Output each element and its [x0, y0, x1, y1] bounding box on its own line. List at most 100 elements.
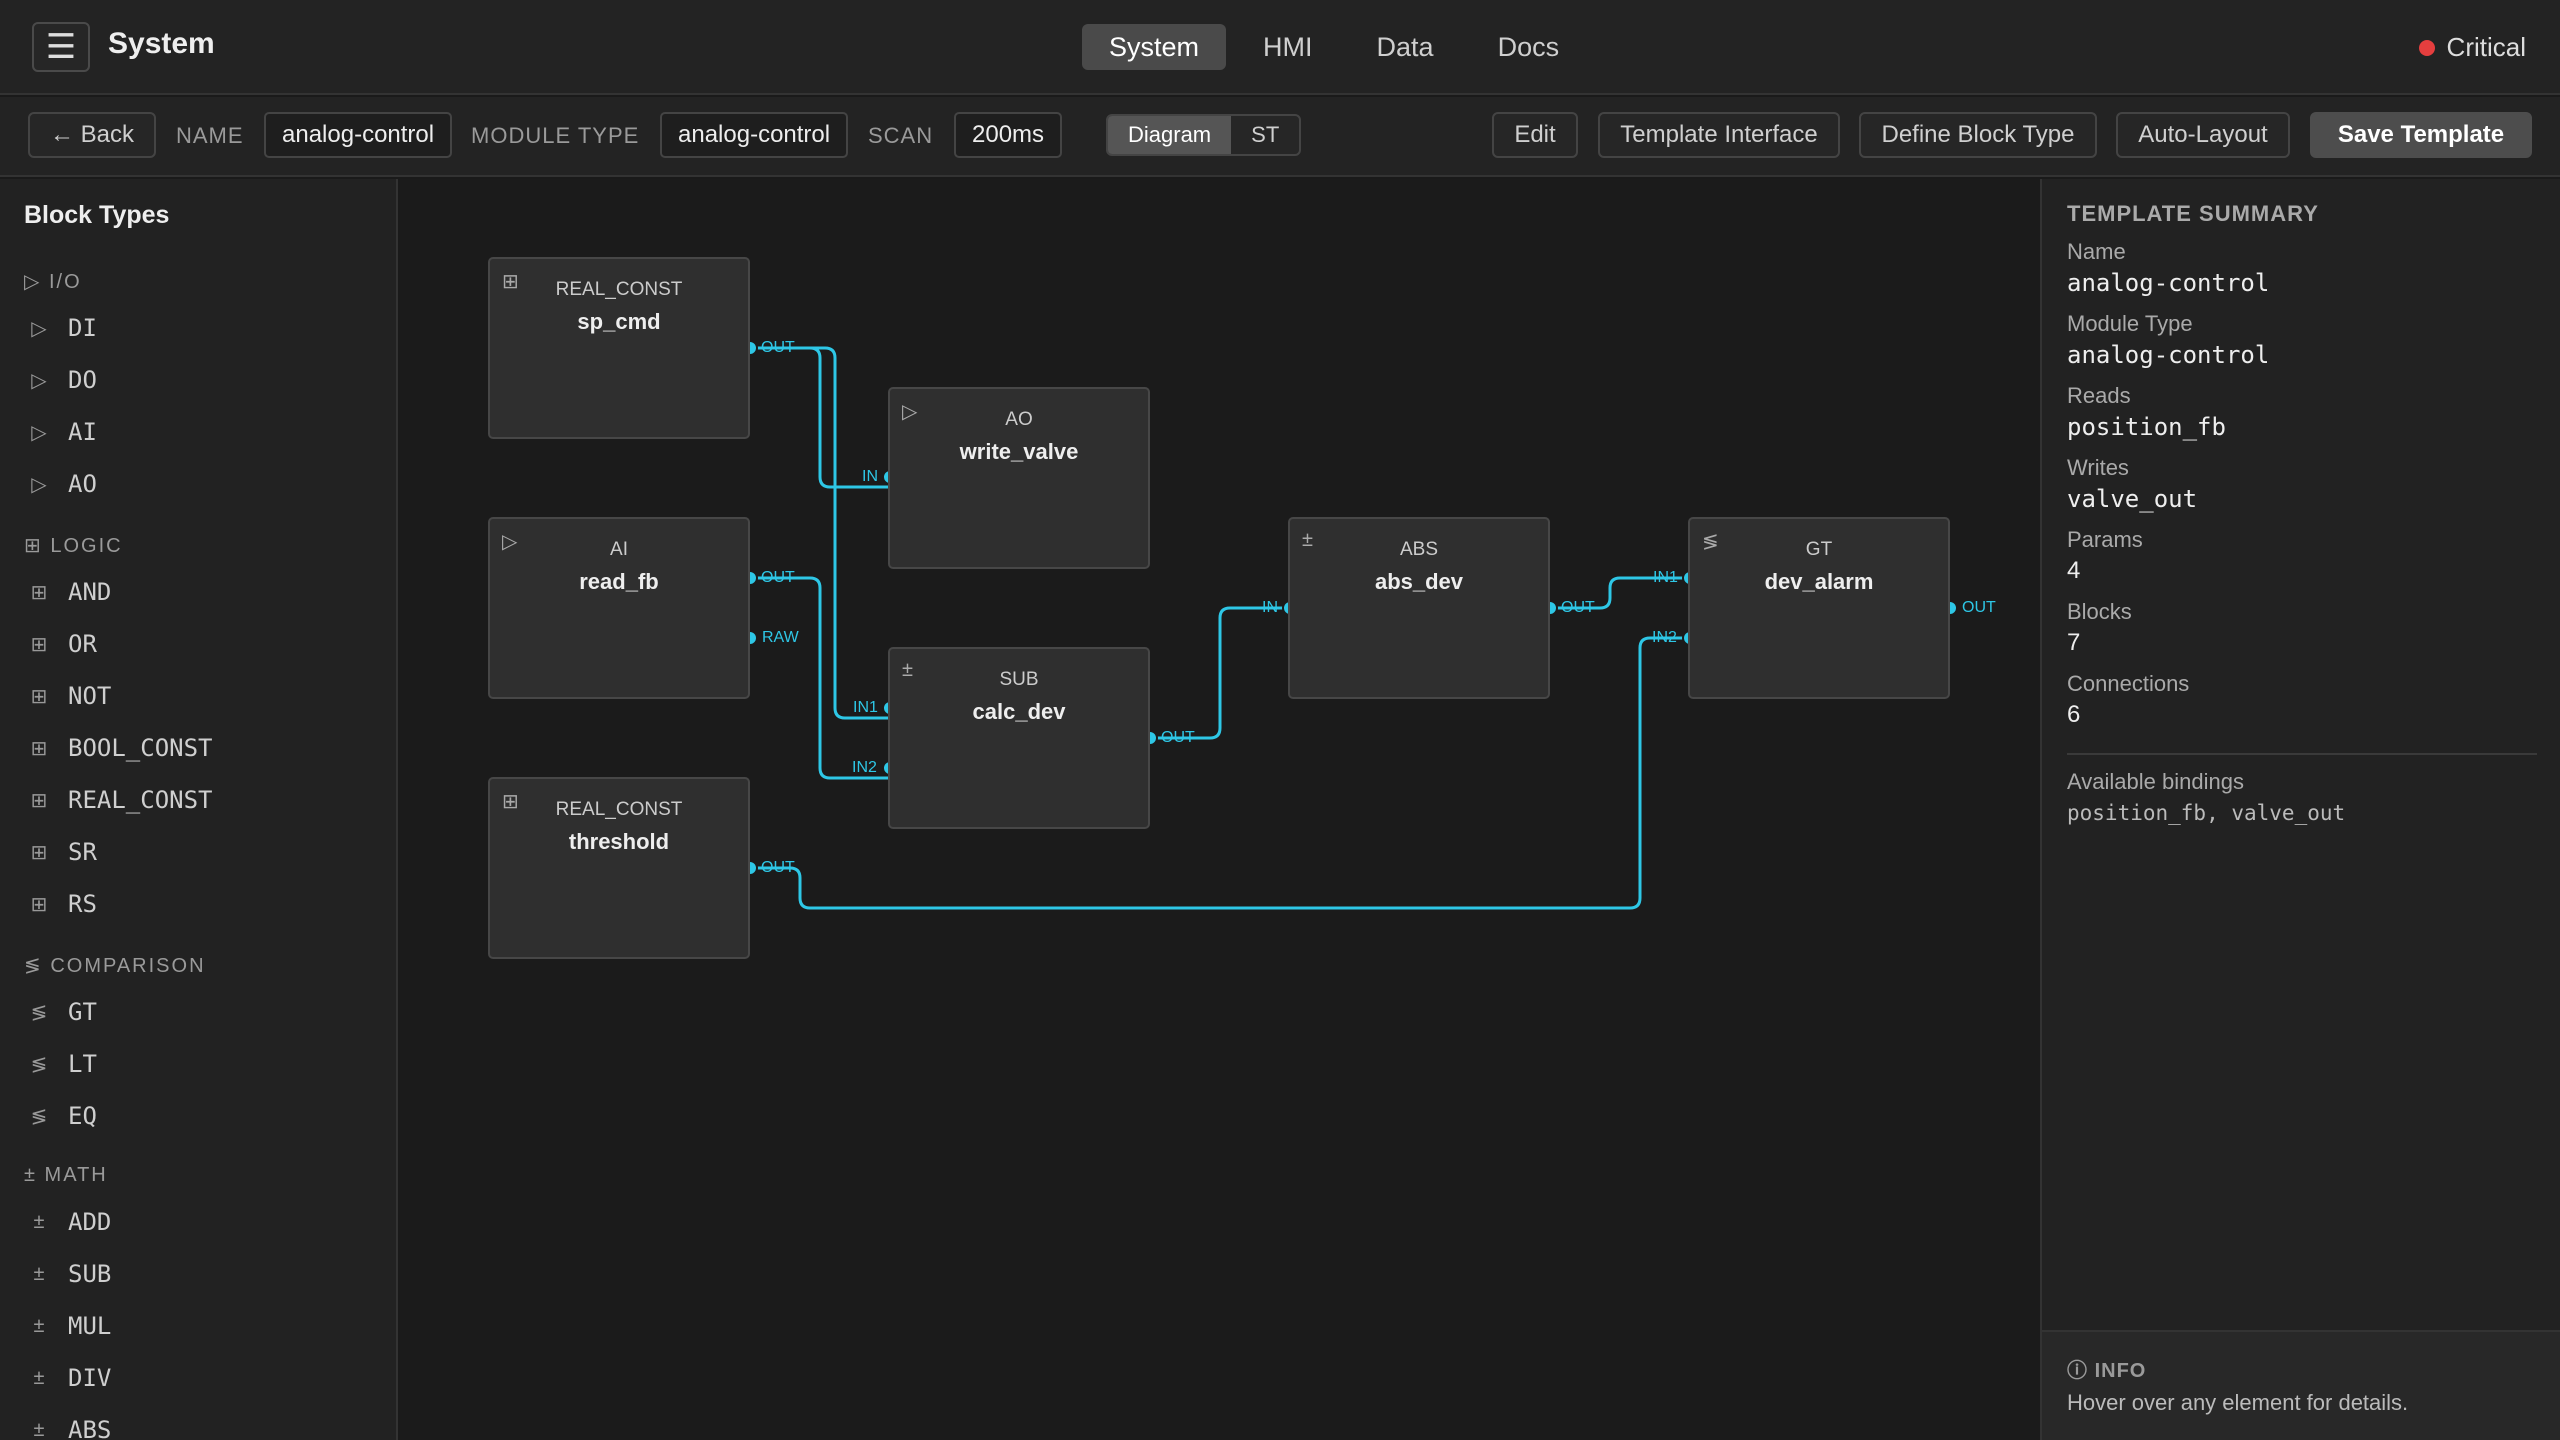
- grid-icon: ⊞: [24, 535, 43, 557]
- plus-minus-icon: ±: [33, 1262, 45, 1285]
- info-title: ⓘ INFO: [2067, 1360, 2147, 1382]
- block-type-bool-const[interactable]: ⊞ BOOL_CONST: [30, 734, 213, 762]
- category-math[interactable]: ± MATH: [24, 1164, 108, 1187]
- status-dot-icon: [2418, 39, 2435, 56]
- block-type-label: GT: [1805, 539, 1833, 560]
- app-title: System: [108, 27, 215, 60]
- sidebar-title: Block Types: [24, 201, 170, 229]
- block-type-abs[interactable]: ± ABS: [30, 1416, 112, 1440]
- save-template-button[interactable]: Save Template: [2310, 112, 2532, 158]
- available-bindings-label: Available bindings: [2067, 769, 2244, 794]
- block-type-eq[interactable]: ≶ EQ: [30, 1102, 97, 1130]
- play-icon: ▷: [31, 317, 47, 340]
- info-text: Hover over any element for details.: [2067, 1390, 2409, 1415]
- edit-button[interactable]: Edit: [1492, 112, 1578, 158]
- block-type-do[interactable]: ▷ DO: [30, 366, 97, 394]
- block-read-fb[interactable]: ▷ AI read_fb: [488, 517, 750, 699]
- port-label-out: OUT: [761, 859, 795, 876]
- port-label-in1: IN1: [1653, 569, 1678, 586]
- module-type-field[interactable]: analog-control: [660, 112, 849, 158]
- block-name-label: sp_cmd: [577, 309, 661, 334]
- grid-icon: ⊞: [30, 893, 48, 916]
- scan-label: SCAN: [868, 123, 934, 148]
- summary-name-label: Name: [2067, 239, 2126, 264]
- block-write-valve[interactable]: ▷ AO write_valve: [888, 387, 1150, 569]
- template-interface-button[interactable]: Template Interface: [1598, 112, 1840, 158]
- summary-writes-label: Writes: [2067, 455, 2129, 480]
- block-type-label: REAL_CONST: [555, 279, 683, 300]
- name-label: NAME: [176, 123, 244, 148]
- block-type-gt[interactable]: ≶ GT: [30, 998, 97, 1026]
- block-type-add[interactable]: ± ADD: [30, 1208, 112, 1236]
- name-field[interactable]: analog-control: [264, 112, 453, 158]
- block-calc-dev[interactable]: ± SUB calc_dev: [888, 647, 1150, 829]
- menu-button[interactable]: ☰: [32, 22, 90, 72]
- plus-minus-icon: ±: [24, 1164, 37, 1186]
- block-sp-cmd[interactable]: ⊞ REAL_CONST sp_cmd: [488, 257, 750, 439]
- back-button[interactable]: ← Back: [28, 112, 156, 158]
- block-name-label: threshold: [568, 829, 670, 854]
- block-name-label: dev_alarm: [1764, 569, 1874, 594]
- grid-icon: ⊞: [30, 737, 48, 760]
- summary-reads-value: position_fb: [2067, 413, 2226, 441]
- block-type-ai[interactable]: ▷ AI: [30, 418, 97, 446]
- block-type-di[interactable]: ▷ DI: [30, 314, 97, 342]
- play-icon: ▷: [24, 271, 42, 293]
- summary-module-type-label: Module Type: [2067, 311, 2193, 336]
- block-type-lt[interactable]: ≶ LT: [30, 1050, 97, 1078]
- grid-icon: ⊞: [30, 685, 48, 708]
- scan-field[interactable]: 200ms: [954, 112, 1063, 158]
- available-bindings-value: position_fb, valve_out: [2067, 801, 2346, 825]
- wire-calc_dev-abs_dev: [1150, 606, 1290, 740]
- compare-icon: ≶: [30, 1105, 48, 1128]
- play-icon: ▷: [31, 473, 47, 496]
- block-type-div[interactable]: ± DIV: [30, 1364, 112, 1392]
- summary-connections-label: Connections: [2067, 671, 2190, 696]
- category-io[interactable]: ▷ I/O: [24, 269, 82, 294]
- block-type-mul[interactable]: ± MUL: [30, 1312, 112, 1340]
- category-logic[interactable]: ⊞ LOGIC: [24, 533, 123, 558]
- tab-data[interactable]: Data: [1350, 24, 1461, 70]
- block-type-label: AI: [610, 539, 628, 560]
- summary-module-type-value: analog-control: [2067, 341, 2270, 369]
- block-type-not[interactable]: ⊞ NOT: [30, 682, 112, 710]
- tab-hmi[interactable]: HMI: [1236, 24, 1340, 70]
- diagram-canvas[interactable]: ⊞ REAL_CONST sp_cmd OUT ▷ AO write_valve…: [400, 179, 2040, 1440]
- port-label-out: OUT: [761, 339, 795, 356]
- block-threshold[interactable]: ⊞ REAL_CONST threshold: [488, 777, 750, 959]
- block-type-rs[interactable]: ⊞ RS: [30, 890, 97, 918]
- plus-minus-icon: ±: [33, 1366, 45, 1389]
- port-label-out: OUT: [1561, 599, 1595, 616]
- grid-icon: ⊞: [30, 841, 48, 864]
- block-name-label: read_fb: [579, 569, 659, 594]
- tab-system[interactable]: System: [1082, 24, 1227, 70]
- summary-writes-value: valve_out: [2067, 485, 2198, 513]
- play-icon: ▷: [31, 369, 47, 392]
- tab-docs[interactable]: Docs: [1471, 24, 1587, 70]
- block-type-ao[interactable]: ▷ AO: [30, 470, 97, 498]
- block-type-and[interactable]: ⊞ AND: [30, 578, 112, 606]
- wire-sp_cmd-write_valve: [750, 346, 890, 489]
- block-name-label: write_valve: [959, 439, 1079, 464]
- block-name-label: abs_dev: [1374, 569, 1464, 594]
- hamburger-icon: ☰: [45, 28, 77, 66]
- port-label-out: OUT: [761, 569, 795, 586]
- port-label-in: IN: [1262, 599, 1278, 616]
- plus-minus-icon: ±: [33, 1210, 45, 1233]
- define-block-type-button[interactable]: Define Block Type: [1859, 112, 2097, 158]
- auto-layout-button[interactable]: Auto-Layout: [2116, 112, 2290, 158]
- view-diagram-option[interactable]: Diagram: [1108, 116, 1232, 154]
- block-type-real-const[interactable]: ⊞ REAL_CONST: [30, 786, 213, 814]
- block-type-sr[interactable]: ⊞ SR: [30, 838, 97, 866]
- toolbar: ← Back NAME analog-control MODULE TYPE a…: [0, 97, 2560, 177]
- block-abs-dev[interactable]: ± ABS abs_dev: [1288, 517, 1550, 699]
- compare-icon: ≶: [24, 955, 43, 977]
- view-toggle: Diagram ST: [1106, 114, 1302, 156]
- summary-connections-value: 6: [2067, 701, 2081, 728]
- category-comparison[interactable]: ≶ COMPARISON: [24, 953, 206, 978]
- block-type-sub[interactable]: ± SUB: [30, 1260, 112, 1288]
- block-dev-alarm[interactable]: ≶ GT dev_alarm: [1688, 517, 1950, 699]
- view-st-option[interactable]: ST: [1231, 116, 1299, 154]
- template-summary-panel: TEMPLATE SUMMARY Name analog-control Mod…: [2040, 179, 2560, 1440]
- block-type-or[interactable]: ⊞ OR: [30, 630, 97, 658]
